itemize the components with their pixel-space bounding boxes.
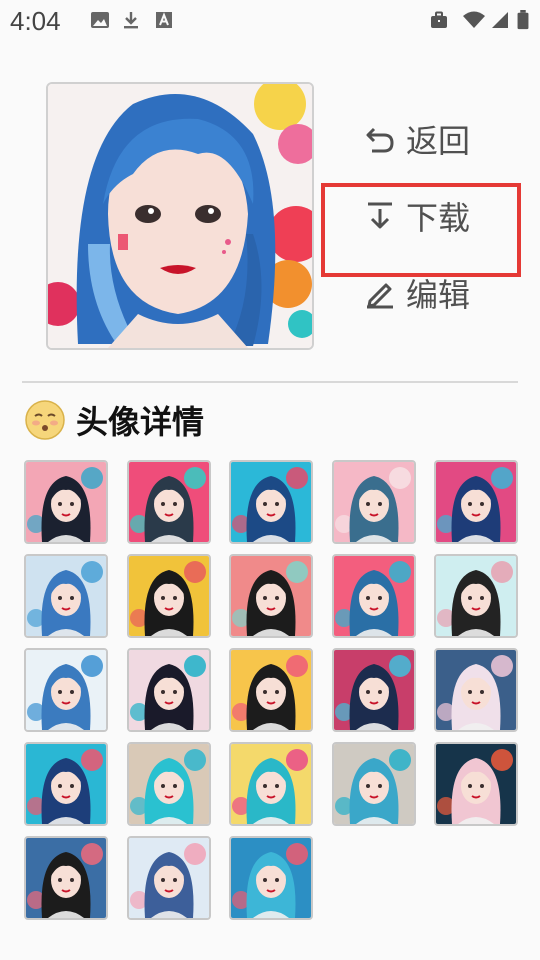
avatar-thumbnail[interactable] — [331, 554, 416, 638]
section-header: 头像详情 — [24, 398, 204, 442]
avatar-thumbnail[interactable] — [434, 648, 518, 732]
avatar-art — [128, 650, 209, 730]
avatar-art — [26, 744, 106, 824]
avatar-art — [231, 462, 311, 542]
download-icon — [124, 12, 138, 29]
avatar-art — [128, 744, 209, 824]
back-label: 返回 — [406, 122, 471, 160]
avatar-art — [231, 744, 311, 824]
avatar-art — [128, 838, 209, 918]
avatar-thumbnail[interactable] — [331, 460, 416, 544]
avatar-thumbnail[interactable] — [229, 554, 313, 638]
avatar-thumbnail[interactable] — [24, 742, 108, 826]
avatar-thumbnail[interactable] — [434, 742, 518, 826]
pencil-icon — [367, 283, 393, 309]
signal-icon — [492, 12, 508, 28]
avatar-art — [26, 650, 106, 730]
avatar-thumbnail[interactable] — [126, 554, 211, 638]
section-title: 头像详情 — [76, 403, 205, 441]
image-icon — [91, 12, 109, 28]
avatar-thumbnail[interactable] — [24, 836, 108, 920]
avatar-art — [436, 556, 516, 636]
avatar-art — [26, 462, 106, 542]
avatar-art — [436, 650, 516, 730]
avatar-thumbnail[interactable] — [331, 648, 416, 732]
avatar-art — [333, 744, 414, 824]
avatar-art — [333, 462, 414, 542]
avatar-art — [231, 556, 311, 636]
back-button[interactable]: 返回 — [364, 116, 470, 162]
avatar-art — [26, 556, 106, 636]
wifi-icon — [463, 11, 485, 28]
shy-face-icon — [25, 400, 65, 440]
avatar-thumbnail[interactable] — [229, 742, 313, 826]
avatar-thumbnail[interactable] — [126, 648, 211, 732]
download-highlight-box — [321, 183, 521, 277]
avatar-thumbnail[interactable] — [126, 836, 211, 920]
avatar-thumbnail[interactable] — [24, 460, 108, 544]
edit-label: 编辑 — [406, 276, 471, 314]
avatar-thumbnail[interactable] — [24, 554, 108, 638]
avatar-thumbnail[interactable] — [126, 742, 211, 826]
edit-button[interactable]: 编辑 — [364, 270, 470, 316]
avatar-art — [333, 650, 414, 730]
divider — [22, 381, 518, 383]
avatar-art — [128, 462, 209, 542]
undo-icon — [366, 127, 394, 153]
status-time: 4:04 — [10, 6, 61, 36]
avatar-thumbnail[interactable] — [434, 554, 518, 638]
avatar-art — [231, 650, 311, 730]
avatar-thumbnail[interactable] — [229, 836, 313, 920]
avatar-thumbnail[interactable] — [229, 460, 313, 544]
avatar-art — [231, 838, 311, 918]
avatar-preview — [46, 82, 314, 350]
briefcase-icon — [431, 11, 447, 28]
avatar-thumbnail[interactable] — [229, 648, 313, 732]
avatar-art — [436, 462, 516, 542]
avatar-art — [333, 556, 414, 636]
avatar-art — [26, 838, 106, 918]
avatar-art — [128, 556, 209, 636]
avatar-thumbnail[interactable] — [434, 460, 518, 544]
font-icon — [156, 12, 172, 28]
avatar-thumbnail[interactable] — [126, 460, 211, 544]
status-bar: 4:04 — [0, 0, 540, 40]
avatar-thumbnail[interactable] — [24, 648, 108, 732]
avatar-thumbnail[interactable] — [331, 742, 416, 826]
battery-icon — [517, 10, 529, 30]
avatar-art — [436, 744, 516, 824]
